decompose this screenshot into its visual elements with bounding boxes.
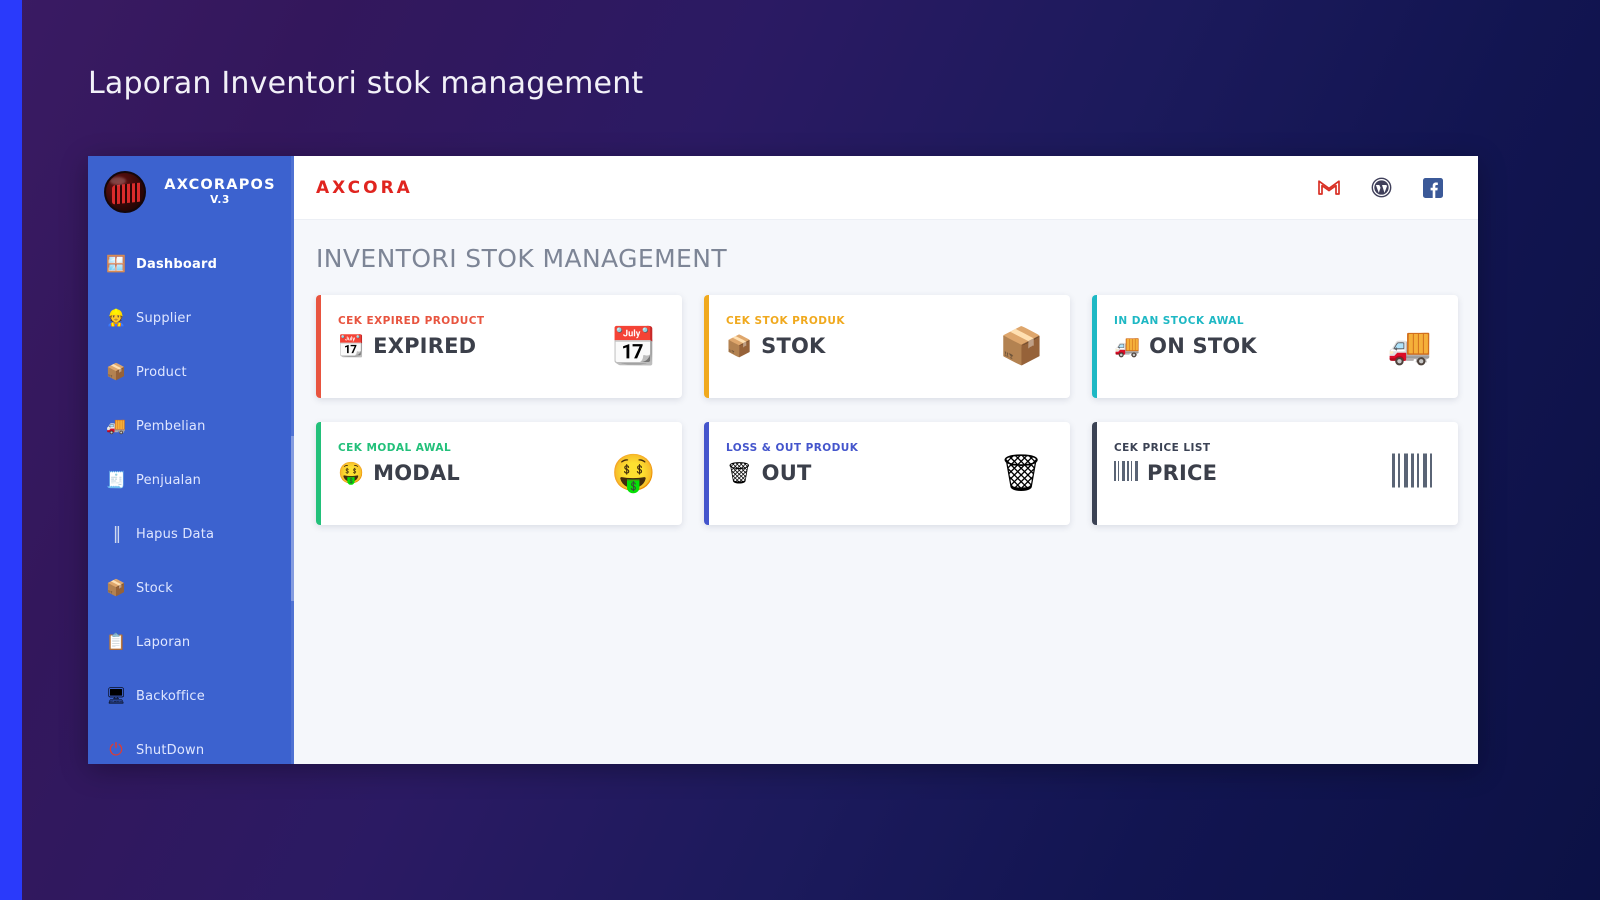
box-icon: 📦 [106, 578, 126, 597]
card-title: ON STOK [1149, 334, 1257, 358]
trash-icon: 🗑 [998, 452, 1044, 494]
sidebar-nav: 🪟 Dashboard 👷 Supplier 📦 Product 🚚 Pembelian 🧾 Pe… [88, 229, 294, 764]
sidebar-item-label: Pembelian [136, 418, 206, 434]
card-title: STOK [761, 334, 826, 358]
card-on-stok[interactable]: IN DAN STOCK AWAL 🚚 ON STOK 🚚 [1092, 295, 1458, 398]
sidebar-scrollbar-track[interactable] [291, 156, 294, 764]
sidebar-item-label: Stock [136, 580, 173, 596]
windows-icon: 🪟 [106, 254, 126, 273]
barcode-icon [1114, 461, 1138, 481]
sidebar-item-supplier[interactable]: 👷 Supplier [88, 291, 294, 345]
sidebar-item-label: Product [136, 364, 187, 380]
card-price[interactable]: CEK PRICE LIST PRICE [1092, 422, 1458, 525]
barcode-icon: ‖ [112, 523, 122, 544]
power-icon: ⏻ [109, 739, 123, 760]
card-stok[interactable]: CEK STOK PRODUK 📦 STOK 📦 [704, 295, 1070, 398]
card-expired[interactable]: CEK EXPIRED PRODUCT 📆 EXPIRED 📆 [316, 295, 682, 398]
page-title: Laporan Inventori stok management [88, 66, 644, 101]
brand-text: AXCORAPOS V.3 [156, 177, 284, 207]
card-title: EXPIRED [373, 334, 477, 358]
topbar-icon-group [1318, 177, 1444, 199]
truck-icon: 🚚 [1387, 325, 1432, 367]
sidebar-item-shutdown[interactable]: ⏻ ShutDown [88, 723, 294, 764]
main-panel: AXCORA INVENTORI STOK MANAGEMENT CEK EXP… [294, 156, 1478, 764]
card-title: MODAL [373, 461, 460, 485]
clipboard-icon: 📋 [106, 632, 126, 651]
left-accent-stripe [0, 0, 22, 900]
truck-icon: 🚚 [106, 416, 126, 435]
card-title: PRICE [1147, 461, 1218, 485]
card-modal[interactable]: CEK MODAL AWAL 🤑 MODAL 🤑 [316, 422, 682, 525]
content-area: INVENTORI STOK MANAGEMENT CEK EXPIRED PR… [294, 220, 1478, 764]
axcora-logo[interactable]: AXCORA [316, 178, 413, 198]
brand-version: V.3 [210, 194, 230, 207]
calendar-icon: 📆 [338, 333, 365, 358]
worker-icon: 👷 [106, 308, 126, 327]
sidebar-item-label: Backoffice [136, 688, 205, 704]
brand-name: AXCORAPOS [164, 177, 276, 193]
sidebar: AXCORAPOS V.3 🪟 Dashboard 👷 Supplier 📦 Produc… [88, 156, 294, 764]
sidebar-item-laporan[interactable]: 📋 Laporan [88, 615, 294, 669]
sidebar-item-label: Penjualan [136, 472, 202, 488]
barcode-icon [1114, 461, 1138, 485]
sidebar-item-label: Supplier [136, 310, 192, 326]
card-grid: CEK EXPIRED PRODUCT 📆 EXPIRED 📆 CEK STOK PRO… [316, 295, 1458, 525]
axcorapos-logo-icon [104, 171, 146, 213]
sidebar-item-label: ShutDown [136, 742, 205, 758]
content-heading: INVENTORI STOK MANAGEMENT [316, 244, 728, 273]
package-icon: 📦 [106, 362, 126, 381]
trash-icon: 🗑 [726, 460, 753, 485]
monitor-icon: 🖥 [105, 686, 127, 705]
box-icon: 📦 [726, 333, 753, 358]
barcode-icon [1392, 453, 1432, 487]
sidebar-item-product[interactable]: 📦 Product [88, 345, 294, 399]
sidebar-item-penjualan[interactable]: 🧾 Penjualan [88, 453, 294, 507]
register-icon: 🧾 [106, 470, 126, 489]
app-window: AXCORAPOS V.3 🪟 Dashboard 👷 Supplier 📦 Produc… [88, 156, 1478, 764]
box-icon: 📦 [999, 325, 1044, 367]
money-man-icon: 🤑 [611, 452, 656, 494]
card-title: OUT [761, 461, 812, 485]
sidebar-item-backoffice[interactable]: 🖥 Backoffice [88, 669, 294, 723]
barcode-icon [1392, 453, 1432, 494]
sidebar-item-hapus-data[interactable]: ‖ Hapus Data [88, 507, 294, 561]
gmail-icon[interactable] [1318, 177, 1340, 199]
truck-icon: 🚚 [1114, 333, 1141, 358]
topbar: AXCORA [294, 156, 1478, 220]
sidebar-scrollbar-thumb[interactable] [291, 436, 294, 601]
calendar-icon: 📆 [611, 325, 656, 367]
sidebar-item-label: Dashboard [136, 256, 218, 272]
sidebar-item-label: Hapus Data [136, 526, 215, 542]
card-out[interactable]: LOSS & OUT PRODUK 🗑 OUT 🗑 [704, 422, 1070, 525]
sidebar-item-pembelian[interactable]: 🚚 Pembelian [88, 399, 294, 453]
brand[interactable]: AXCORAPOS V.3 [88, 156, 294, 227]
sidebar-item-dashboard[interactable]: 🪟 Dashboard [88, 237, 294, 291]
sidebar-item-label: Laporan [136, 634, 191, 650]
wordpress-icon[interactable] [1370, 177, 1392, 199]
sidebar-item-stock[interactable]: 📦 Stock [88, 561, 294, 615]
facebook-icon[interactable] [1422, 177, 1444, 199]
money-man-icon: 🤑 [338, 460, 365, 485]
